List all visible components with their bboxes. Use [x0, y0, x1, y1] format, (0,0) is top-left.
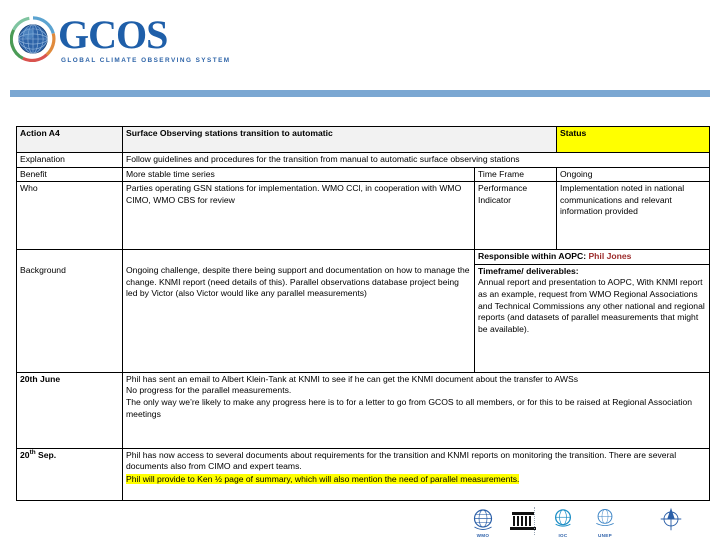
partner-logos: WMO IOC UNEP [462, 505, 714, 539]
unep-logo: UNEP [586, 505, 624, 538]
who-text: Parties operating GSN stations for imple… [122, 181, 475, 251]
table-row-benefit: Benefit More stable time series Time Fra… [16, 166, 710, 183]
sep-label-number: 20 [20, 449, 30, 460]
table-row-june: 20th June Phil has sent an email to Albe… [16, 371, 710, 449]
table-row-who: Who Parties operating GSN stations for i… [16, 181, 710, 251]
sep-update-cell: Phil has now access to several documents… [122, 447, 710, 501]
unep-emblem-icon [596, 508, 614, 526]
explanation-text: Follow guidelines and procedures for the… [122, 152, 710, 168]
row-label-sep: 20th Sep. [16, 447, 123, 501]
table-header-row: Action A4 Surface Observing stations tra… [16, 126, 710, 153]
action-id-cell: Action A4 [16, 126, 123, 153]
table-row-responsible: Responsible within AOPC: Phil Jones [16, 249, 710, 265]
action-title-cell: Surface Observing stations transition to… [122, 126, 557, 153]
timeframe-deliverables-cell: Timeframe/ deliverables: Annual report a… [474, 263, 710, 373]
slide-page: GCOS GLOBAL CLIMATE OBSERVING SYSTEM Act… [0, 0, 720, 540]
spacer-cell-left [16, 249, 123, 265]
action-table: Action A4 Surface Observing stations tra… [16, 126, 710, 501]
performance-indicator-label: Performance Indicator [474, 181, 557, 251]
responsible-person: Phil Jones [588, 251, 632, 262]
june-update-cell: Phil has sent an email to Albert Klein-T… [122, 371, 710, 449]
sep-line-1: Phil has now access to several documents… [126, 449, 677, 472]
sep-label-month: Sep. [35, 449, 57, 460]
spacer-cell-mid [122, 249, 475, 265]
gcos-globe-icon [10, 16, 56, 62]
responsible-cell: Responsible within AOPC: Phil Jones [474, 249, 710, 265]
june-line-2: No progress for the parallel measurement… [126, 385, 292, 396]
wmo-caption: WMO [476, 533, 490, 538]
icsu-logo: ICSU International Council for Science [628, 505, 714, 537]
june-line-1: Phil has sent an email to Albert Klein-T… [126, 373, 579, 384]
sep-line-2-highlighted: Phil will provide to Ken ½ page of summa… [126, 473, 520, 484]
row-label-background: Background [16, 264, 123, 373]
gcos-logo: GCOS GLOBAL CLIMATE OBSERVING SYSTEM [8, 8, 229, 74]
table-row-background: Background Ongoing challenge, despite th… [16, 263, 710, 373]
ioc-caption: IOC [558, 533, 568, 538]
row-label-explanation: Explanation [16, 152, 123, 168]
performance-indicator-value: Implementation noted in national communi… [556, 181, 710, 251]
timeframe-heading: Timeframe/ deliverables: [478, 265, 579, 276]
timeframe-text: Annual report and presentation to AOPC, … [478, 277, 705, 334]
status-badge: Status [556, 126, 710, 153]
ioc-logo: IOC [546, 505, 580, 538]
row-label-benefit: Benefit [16, 166, 123, 183]
time-frame-label: Time Frame [474, 166, 557, 183]
logo-divider [534, 507, 535, 535]
table-row-sep: 20th Sep. Phil has now access to several… [16, 447, 710, 501]
ioc-emblem-icon [554, 509, 572, 527]
unep-caption: UNEP [598, 533, 612, 538]
gcos-wordmark: GCOS [58, 12, 168, 57]
gcos-tagline: GLOBAL CLIMATE OBSERVING SYSTEM [61, 57, 231, 64]
time-frame-value: Ongoing [556, 166, 710, 183]
row-label-june: 20th June [16, 371, 123, 449]
responsible-prefix: Responsible within AOPC: [478, 251, 589, 262]
background-text: Ongoing challenge, despite there being s… [122, 264, 475, 373]
slide-header: GCOS GLOBAL CLIMATE OBSERVING SYSTEM [0, 0, 720, 97]
wmo-logo: WMO [466, 505, 500, 538]
benefit-text: More stable time series [122, 166, 475, 183]
row-label-who: Who [16, 181, 123, 251]
june-line-3: The only way we’re likely to make any pr… [126, 396, 693, 419]
wmo-emblem-icon [473, 509, 493, 530]
table-row-explanation: Explanation Follow guidelines and proced… [16, 152, 710, 168]
icsu-compass-icon [660, 507, 682, 531]
accent-bar [10, 90, 710, 97]
